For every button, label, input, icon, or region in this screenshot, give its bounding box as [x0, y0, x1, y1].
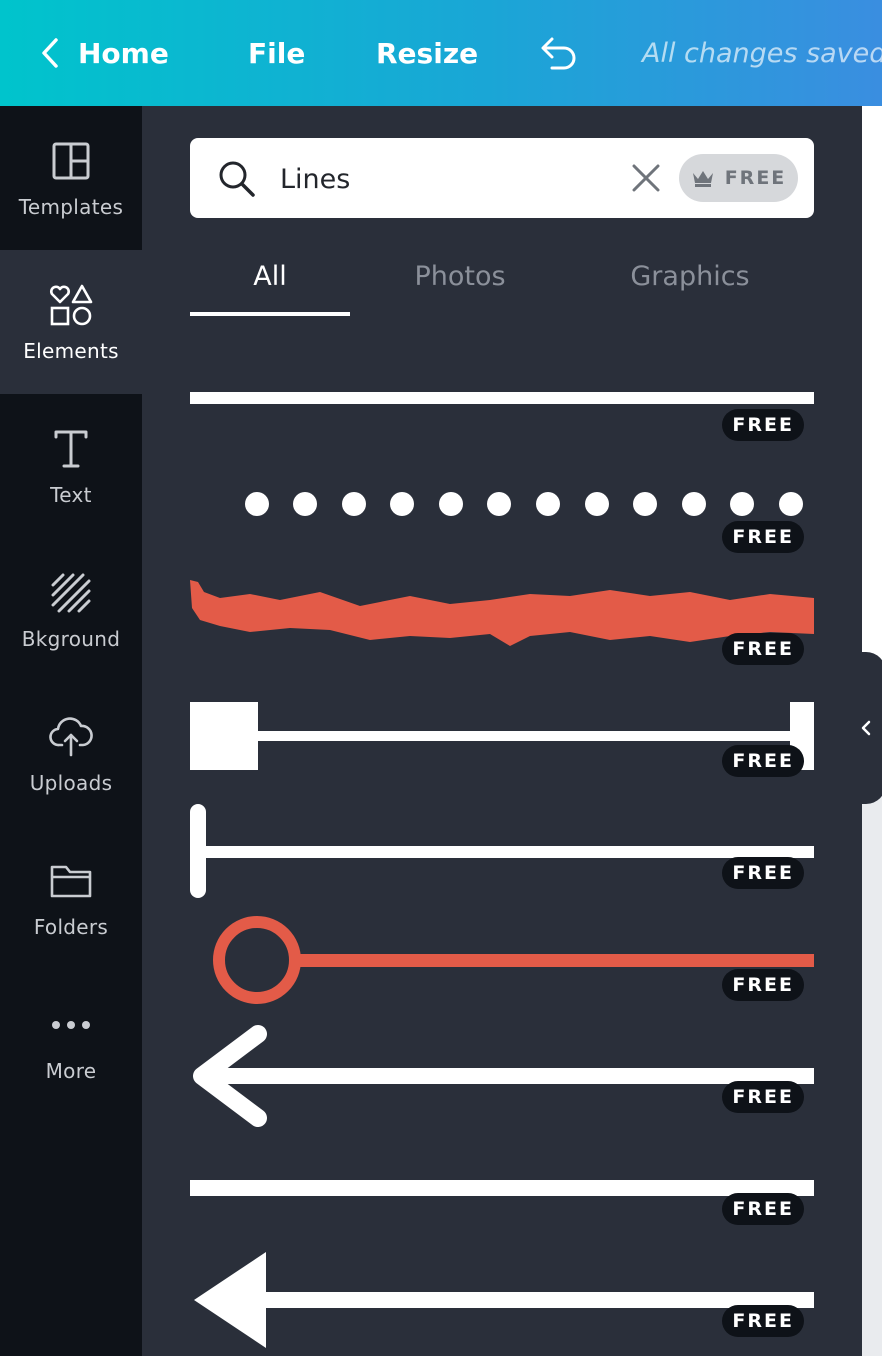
- free-badge: FREE: [722, 521, 804, 553]
- solid-line-graphic: [190, 392, 814, 404]
- result-tabs: All Photos Graphics: [190, 236, 814, 316]
- nav-item-text[interactable]: Text: [0, 394, 142, 538]
- free-badge: FREE: [722, 1081, 804, 1113]
- crown-icon: [692, 171, 713, 187]
- result-arrow-line[interactable]: FREE: [190, 1018, 814, 1130]
- result-triangle-arrow-line[interactable]: FREE: [190, 1242, 814, 1354]
- text-icon: [53, 425, 89, 473]
- file-menu-button[interactable]: File: [248, 0, 305, 106]
- nav-label: Bkground: [21, 627, 121, 651]
- free-filter-toggle[interactable]: FREE: [679, 154, 798, 202]
- nav-label: More: [45, 1059, 97, 1083]
- nav-label: Elements: [23, 339, 119, 363]
- results-list: FREE FREE FREE FREE FREE FREE FREE FREE …: [190, 346, 814, 1356]
- circle-end-line-graphic: [213, 916, 814, 1004]
- active-tab-indicator: [190, 312, 350, 316]
- result-solid-line[interactable]: FREE: [190, 346, 814, 458]
- nav-item-background[interactable]: Bkground: [0, 538, 142, 682]
- nav-item-templates[interactable]: Templates: [0, 106, 142, 250]
- home-button[interactable]: Home: [40, 0, 169, 106]
- tab-graphics[interactable]: Graphics: [610, 236, 770, 316]
- free-badge: FREE: [722, 745, 804, 777]
- search-icon: [219, 161, 255, 197]
- canvas-toolbar-edge: [862, 106, 882, 204]
- thin-solid-line-graphic: [190, 1180, 814, 1196]
- clear-search-icon[interactable]: [630, 162, 662, 194]
- tab-photos[interactable]: Photos: [380, 236, 540, 316]
- search-bar: FREE: [190, 138, 814, 218]
- dotted-line-graphic: [245, 492, 803, 516]
- more-dots-icon: [51, 1001, 91, 1049]
- free-badge: FREE: [722, 633, 804, 665]
- free-badge: FREE: [722, 1305, 804, 1337]
- undo-icon: [541, 37, 576, 70]
- nav-item-more[interactable]: More: [0, 970, 142, 1114]
- home-label: Home: [78, 36, 169, 70]
- nav-label: Folders: [33, 915, 109, 939]
- nav-label: Uploads: [29, 771, 113, 795]
- chevron-left-icon: [861, 720, 871, 736]
- nav-item-elements[interactable]: Elements: [0, 250, 142, 394]
- free-badge: FREE: [722, 969, 804, 1001]
- result-t-end-line[interactable]: FREE: [190, 794, 814, 906]
- chevron-left-icon: [42, 38, 58, 68]
- brush-stroke-graphic: [190, 580, 814, 646]
- result-square-bracket-line[interactable]: FREE: [190, 682, 814, 794]
- undo-button[interactable]: [538, 0, 578, 106]
- resize-button[interactable]: Resize: [376, 0, 478, 106]
- square-bracket-graphic: [190, 702, 814, 770]
- left-nav: Templates Elements Text Bkground Uploads…: [0, 106, 142, 1356]
- result-thin-solid-line[interactable]: FREE: [190, 1130, 814, 1242]
- nav-label: Templates: [18, 195, 124, 219]
- nav-label: Text: [50, 483, 92, 507]
- result-circle-end-line[interactable]: FREE: [190, 906, 814, 1018]
- result-brush-stroke-line[interactable]: FREE: [190, 570, 814, 682]
- free-badge: FREE: [722, 857, 804, 889]
- free-filter-label: FREE: [724, 167, 787, 189]
- nav-item-folders[interactable]: Folders: [0, 826, 142, 970]
- free-badge: FREE: [722, 1193, 804, 1225]
- t-end-line-graphic: [190, 804, 814, 898]
- collapse-panel-button[interactable]: [846, 652, 882, 804]
- elements-icon: [49, 281, 93, 329]
- templates-icon: [52, 137, 90, 185]
- arrow-line-graphic: [193, 1025, 814, 1127]
- result-dotted-line[interactable]: FREE: [190, 458, 814, 570]
- save-status: All changes saved: [642, 37, 882, 69]
- search-input[interactable]: [278, 156, 612, 202]
- folder-icon: [50, 857, 92, 905]
- free-badge: FREE: [722, 409, 804, 441]
- triangle-arrow-graphic: [194, 1252, 814, 1348]
- nav-item-uploads[interactable]: Uploads: [0, 682, 142, 826]
- top-bar: Home File Resize All changes saved: [0, 0, 882, 106]
- tab-all[interactable]: All: [190, 236, 350, 316]
- background-icon: [51, 569, 91, 617]
- upload-cloud-icon: [49, 713, 93, 761]
- elements-panel: FREE All Photos Graphics FREE FREE: [142, 106, 862, 1356]
